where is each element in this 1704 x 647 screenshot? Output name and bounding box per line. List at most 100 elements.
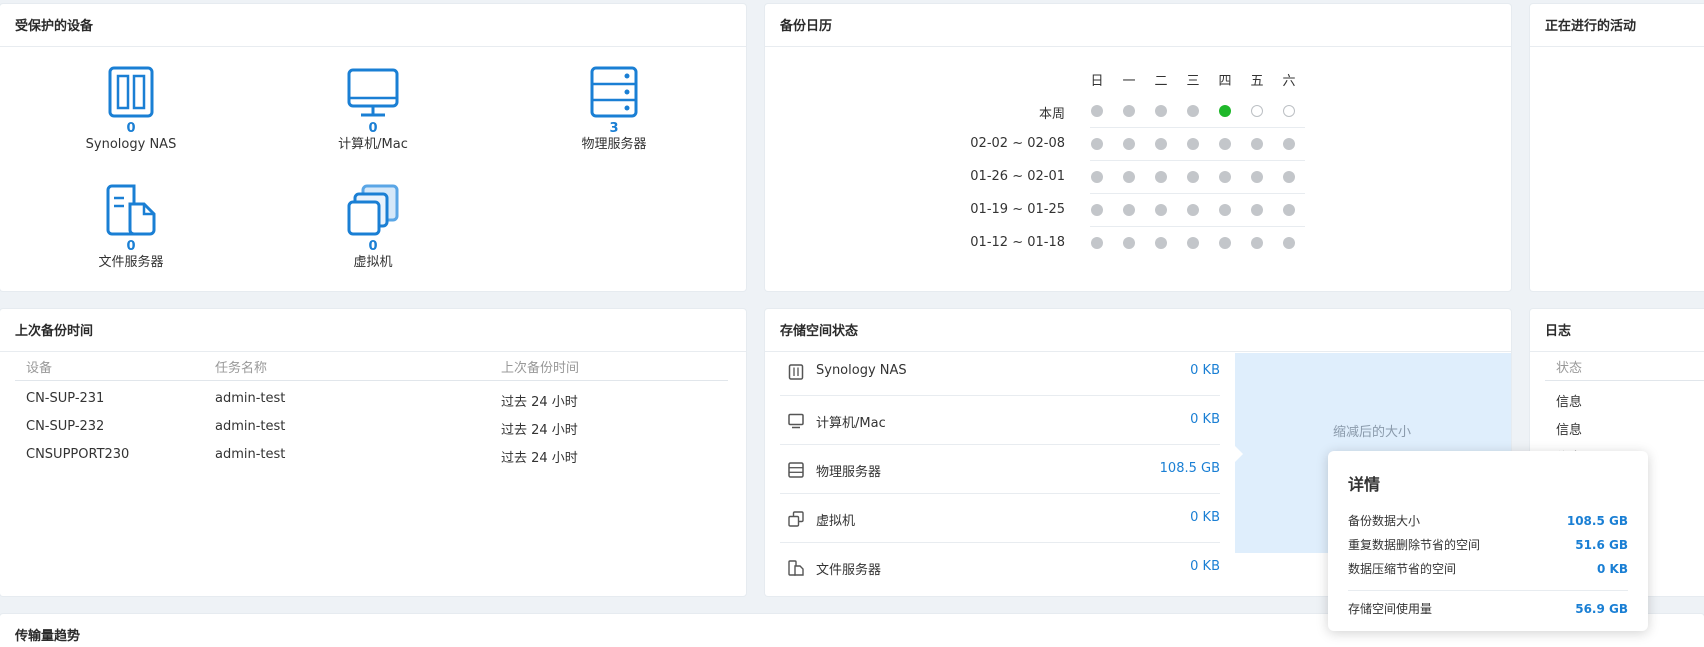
calendar-day-dot[interactable] [1219,237,1231,249]
calendar-day-dot[interactable] [1155,237,1167,249]
table-header-divider [15,380,728,381]
cell-device: CNSUPPORT230 [26,447,130,462]
cell-device: CN-SUP-231 [26,391,105,406]
calendar-week-label: 01-19 ~ 01-25 [970,202,1065,217]
file-server-icon [51,180,211,236]
tooltip-row-dedup-saved: 重复数据删除节省的空间 51.6 GB [1348,533,1628,557]
calendar-day-header: 六 [1282,74,1296,89]
calendar-day-dot[interactable] [1219,105,1231,117]
calendar-day-dot[interactable] [1123,171,1135,183]
tooltip-row-storage-used: 存储空间使用量 56.9 GB [1348,597,1628,621]
storage-name: Synology NAS [816,363,907,378]
calendar-day-dot[interactable] [1091,204,1103,216]
card-title: 备份日历 [765,4,1511,47]
storage-name: 物理服务器 [816,465,882,480]
device-count: 0 [368,239,378,254]
calendar-day-dot[interactable] [1187,171,1199,183]
storage-name: 计算机/Mac [816,416,886,431]
tooltip-total-label: 存储空间使用量 [1348,602,1433,616]
storage-row-nas[interactable]: Synology NAS 0 KB [780,348,1220,396]
calendar-day-dot[interactable] [1219,204,1231,216]
tooltip-row-backup-size: 备份数据大小 108.5 GB [1348,509,1628,533]
tooltip-row-value: 0 KB [1597,562,1628,576]
device-physical-server[interactable]: 3 物理服务器 [534,62,694,153]
device-label: 计算机/Mac [338,137,408,152]
cell-time: 过去 24 小时 [501,451,578,466]
calendar-day-dot[interactable] [1283,171,1295,183]
calendar-day-dot[interactable] [1091,105,1103,117]
log-header-divider [1545,380,1704,381]
calendar-day-dot[interactable] [1091,171,1103,183]
ongoing-activity-card: 正在进行的活动 [1530,4,1704,291]
storage-name: 文件服务器 [816,563,882,578]
column-header-status[interactable]: 状态 [1556,357,1582,376]
calendar-week-label: 01-12 ~ 01-18 [970,235,1065,250]
device-computer-mac[interactable]: 0 计算机/Mac [293,62,453,153]
device-virtual-machine[interactable]: 0 虚拟机 [293,180,453,271]
card-title: 受保护的设备 [0,4,746,47]
calendar-day-header: 日 [1090,74,1104,89]
calendar-day-dot[interactable] [1123,204,1135,216]
calendar-day-dot[interactable] [1251,138,1263,150]
calendar-day-dot[interactable] [1187,105,1199,117]
server-icon [534,62,694,118]
calendar-day-dot[interactable] [1155,105,1167,117]
storage-value: 108.5 GB [1159,461,1220,476]
calendar-day-dot[interactable] [1283,204,1295,216]
calendar-day-dot[interactable] [1155,171,1167,183]
calendar-day-dot[interactable] [1123,237,1135,249]
device-count: 0 [126,239,136,254]
calendar-row-divider [1090,226,1305,227]
calendar-day-dot[interactable] [1251,204,1263,216]
calendar-day-dot[interactable] [1251,237,1263,249]
storage-row-vm[interactable]: 虚拟机 0 KB [780,495,1220,543]
device-file-server[interactable]: 0 文件服务器 [51,180,211,271]
calendar-day-dot[interactable] [1187,138,1199,150]
cell-device: CN-SUP-232 [26,419,105,434]
calendar-day-dot[interactable] [1251,105,1263,117]
reduced-size-arrow [1234,445,1243,463]
backup-calendar-card: 备份日历 [765,4,1511,291]
tooltip-row-value: 108.5 GB [1566,514,1628,528]
calendar-day-dot[interactable] [1091,138,1103,150]
vm-icon [788,511,804,527]
log-row-status[interactable]: 信息 [1556,419,1582,438]
column-header-task[interactable]: 任务名称 [215,357,267,376]
calendar-day-dot[interactable] [1283,138,1295,150]
calendar-day-dot[interactable] [1123,105,1135,117]
details-tooltip: 详情 备份数据大小 108.5 GB 重复数据删除节省的空间 51.6 GB 数… [1328,451,1648,631]
storage-row-file-server[interactable]: 文件服务器 0 KB [780,544,1220,592]
calendar-day-dot[interactable] [1123,138,1135,150]
column-header-device[interactable]: 设备 [26,357,52,376]
calendar-day-dot[interactable] [1187,237,1199,249]
storage-value: 0 KB [1190,559,1220,574]
column-header-last-backup[interactable]: 上次备份时间 [501,357,579,376]
log-row-status[interactable]: 信息 [1556,391,1582,410]
tooltip-title: 详情 [1348,475,1381,494]
device-synology-nas[interactable]: 0 Synology NAS [51,62,211,153]
calendar-day-dot[interactable] [1187,204,1199,216]
calendar-day-dot[interactable] [1219,138,1231,150]
calendar-day-dot[interactable] [1091,237,1103,249]
device-label: 物理服务器 [581,137,647,152]
storage-row-physical-server[interactable]: 物理服务器 108.5 GB [780,446,1220,494]
calendar-day-dot[interactable] [1283,105,1295,117]
calendar-day-dot[interactable] [1251,171,1263,183]
vm-icon [293,180,453,236]
tooltip-row-label: 数据压缩节省的空间 [1348,562,1457,576]
tooltip-row-value: 51.6 GB [1575,538,1628,552]
calendar-day-dot[interactable] [1155,204,1167,216]
calendar-day-dot[interactable] [1219,171,1231,183]
calendar-week-label: 01-26 ~ 02-01 [970,169,1065,184]
cell-task: admin-test [215,447,286,462]
calendar-day-header: 五 [1250,74,1264,89]
tooltip-total-value: 56.9 GB [1575,602,1628,616]
storage-row-computer[interactable]: 计算机/Mac 0 KB [780,397,1220,445]
cell-time: 过去 24 小时 [501,423,578,438]
calendar-day-dot[interactable] [1283,237,1295,249]
calendar-day-dot[interactable] [1155,138,1167,150]
storage-value: 0 KB [1190,510,1220,525]
file-server-icon [788,560,804,576]
tooltip-row-compression-saved: 数据压缩节省的空间 0 KB [1348,557,1628,581]
device-count: 0 [368,121,378,136]
